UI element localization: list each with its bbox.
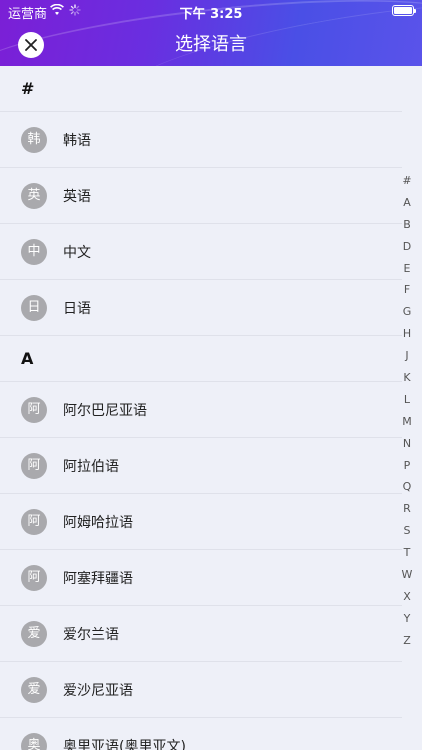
language-label: 爱沙尼亚语 (63, 682, 133, 699)
language-row[interactable]: 阿 阿拉伯语 (0, 438, 402, 494)
index-letter[interactable]: Y (400, 608, 414, 630)
page-title: 选择语言 (175, 34, 247, 55)
index-letter[interactable]: P (400, 455, 414, 477)
language-label: 阿尔巴尼亚语 (63, 402, 147, 419)
index-letter[interactable]: G (400, 301, 414, 323)
index-letter[interactable]: D (400, 236, 414, 258)
language-row[interactable]: 爱 爱尔兰语 (0, 606, 402, 662)
language-row[interactable]: 阿 阿姆哈拉语 (0, 494, 402, 550)
index-letter[interactable]: R (400, 498, 414, 520)
language-list[interactable]: # 韩 韩语 英 英语 中 中文 日 日语 A 阿 阿尔巴尼亚语 阿 阿拉伯语 … (0, 66, 422, 750)
index-letter[interactable]: L (400, 389, 414, 411)
language-avatar: 日 (21, 294, 47, 321)
language-row[interactable]: 爱 爱沙尼亚语 (0, 662, 402, 718)
index-letter[interactable]: H (400, 323, 414, 345)
language-label: 日语 (63, 300, 91, 317)
language-avatar: 英 (21, 182, 47, 209)
language-row[interactable]: 韩 韩语 (0, 112, 402, 168)
language-row[interactable]: 日 日语 (0, 280, 402, 336)
language-label: 阿塞拜疆语 (63, 570, 133, 587)
language-row[interactable]: 中 中文 (0, 224, 402, 280)
index-letter[interactable]: # (400, 170, 414, 192)
language-avatar: 阿 (21, 508, 47, 535)
language-avatar: 爱 (21, 676, 47, 703)
index-letter[interactable]: Z (400, 630, 414, 652)
language-label: 英语 (63, 188, 91, 205)
language-label: 阿拉伯语 (63, 458, 119, 475)
status-time: 下午 3:25 (179, 7, 243, 22)
index-letter[interactable]: K (400, 367, 414, 389)
index-letter[interactable]: B (400, 214, 414, 236)
language-label: 阿姆哈拉语 (63, 514, 133, 531)
language-avatar: 阿 (21, 396, 47, 423)
index-letter[interactable]: M (400, 411, 414, 433)
nav-header: 运营商 下午 3:25 选择语言 (0, 0, 422, 66)
language-row[interactable]: 英 英语 (0, 168, 402, 224)
status-bar: 运营商 下午 3:25 (0, 0, 422, 22)
index-letter[interactable]: Q (400, 476, 414, 498)
section-header: # (0, 66, 402, 112)
index-letter[interactable]: X (400, 586, 414, 608)
language-avatar: 阿 (21, 564, 47, 591)
language-label: 爱尔兰语 (63, 626, 119, 643)
battery-icon (392, 5, 416, 16)
alphabet-index[interactable]: # A B D E F G H J K L M N P Q R S T W X … (400, 170, 414, 652)
index-letter[interactable]: A (400, 192, 414, 214)
index-letter[interactable]: E (400, 258, 414, 280)
language-avatar: 爱 (21, 620, 47, 647)
language-label: 韩语 (63, 132, 91, 149)
language-avatar: 奥 (21, 732, 47, 750)
language-avatar: 中 (21, 238, 47, 265)
language-row[interactable]: 奥 奥里亚语(奥里亚文) (0, 718, 402, 750)
language-avatar: 韩 (21, 126, 47, 153)
section-header: A (0, 336, 402, 382)
language-avatar: 阿 (21, 452, 47, 479)
index-letter[interactable]: N (400, 433, 414, 455)
index-letter[interactable]: T (400, 542, 414, 564)
language-label: 奥里亚语(奥里亚文) (63, 738, 186, 750)
index-letter[interactable]: J (400, 345, 414, 367)
language-row[interactable]: 阿 阿尔巴尼亚语 (0, 382, 402, 438)
language-row[interactable]: 阿 阿塞拜疆语 (0, 550, 402, 606)
language-label: 中文 (63, 244, 91, 261)
index-letter[interactable]: F (400, 279, 414, 301)
index-letter[interactable]: W (400, 564, 414, 586)
index-letter[interactable]: S (400, 520, 414, 542)
